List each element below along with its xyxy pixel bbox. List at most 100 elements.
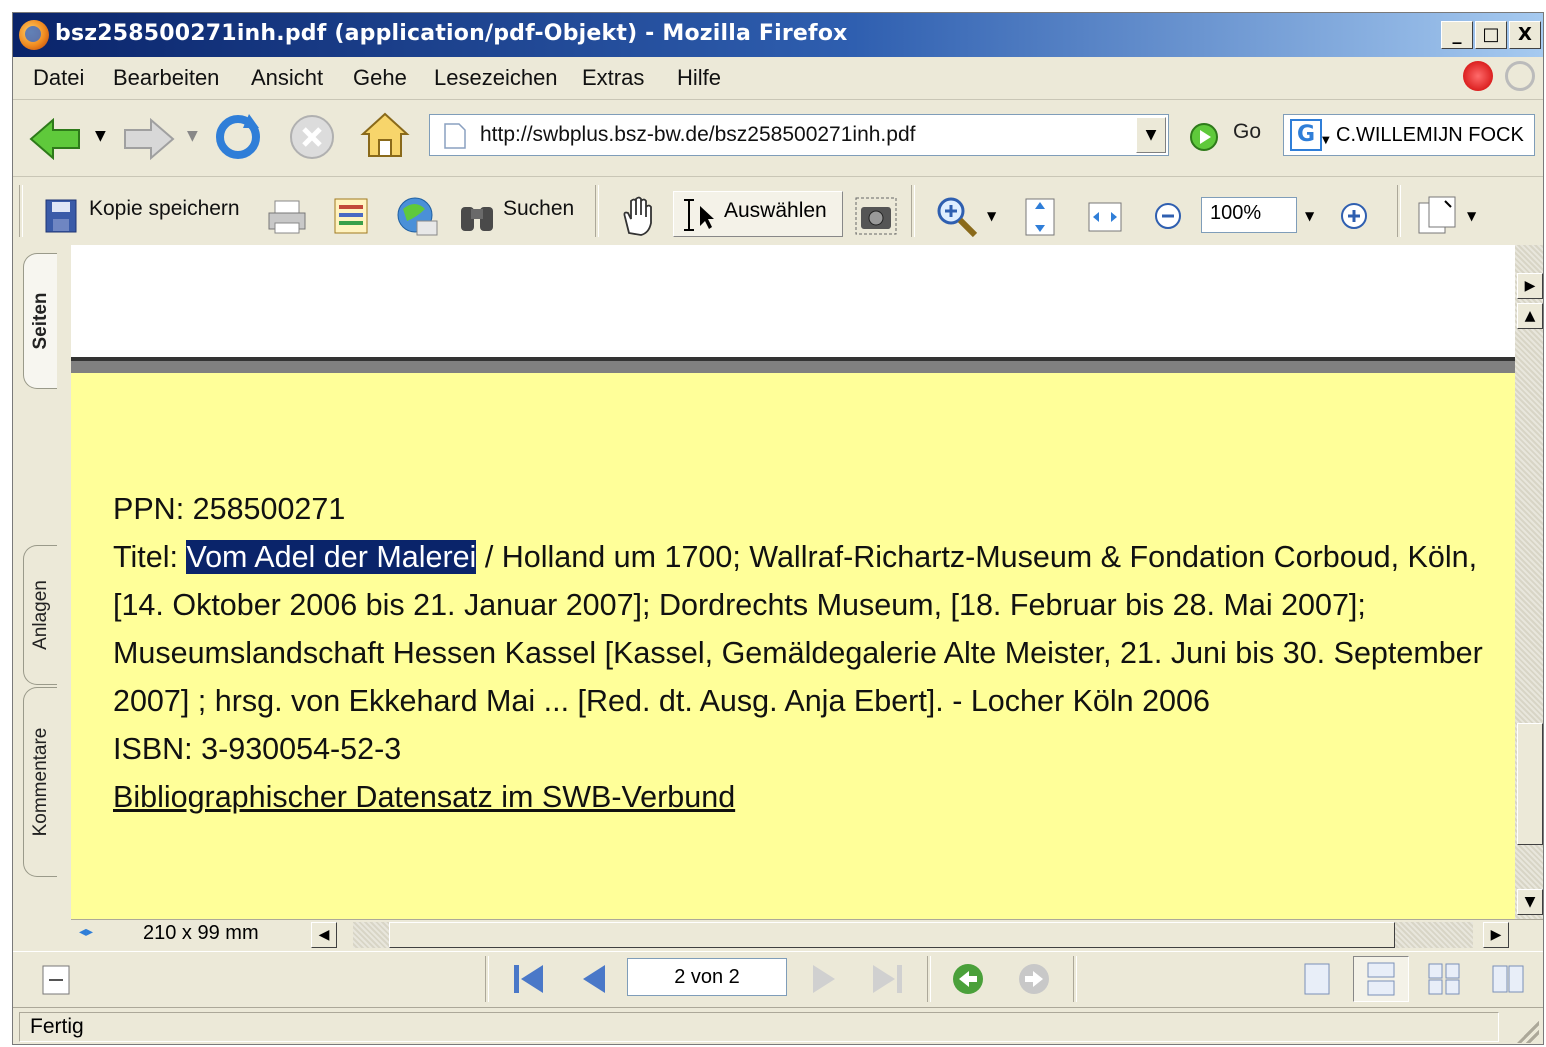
next-page-icon[interactable]: [809, 962, 839, 996]
page-navigation-bar: 2 von 2: [13, 951, 1543, 1008]
snapshot-camera-icon[interactable]: [855, 197, 897, 235]
selected-text[interactable]: Vom Adel der Malerei: [186, 540, 477, 574]
select-tool-label: Auswählen: [724, 199, 827, 222]
menu-bearbeiten[interactable]: Bearbeiten: [113, 65, 219, 91]
tab-anlagen[interactable]: Anlagen: [23, 545, 57, 685]
navigation-panel: Seiten Anlagen Kommentare: [13, 245, 71, 945]
rotate-view-icon[interactable]: [1417, 195, 1457, 235]
fit-width-icon[interactable]: [1087, 199, 1123, 235]
menu-datei[interactable]: Datei: [33, 65, 84, 91]
scroll-up-button[interactable]: ▲: [1517, 303, 1543, 329]
split-view-arrow-icon[interactable]: ▶: [1517, 273, 1543, 299]
tab-kommentare[interactable]: Kommentare: [23, 687, 57, 877]
rotate-dropdown-icon[interactable]: ▼: [1467, 209, 1476, 223]
scroll-left-button[interactable]: ◀: [311, 922, 337, 948]
save-copy-button[interactable]: Kopie speichern: [89, 197, 240, 221]
scroll-down-button[interactable]: ▼: [1517, 889, 1543, 915]
nav-separator: [1073, 956, 1077, 1002]
status-bar: Fertig: [13, 1007, 1543, 1044]
save-disk-icon[interactable]: [45, 199, 77, 233]
page-size-label: 210 x 99 mm: [143, 922, 259, 944]
forward-dropdown-icon[interactable]: ▼: [187, 128, 198, 144]
next-view-icon[interactable]: [1017, 962, 1051, 996]
menu-hilfe[interactable]: Hilfe: [677, 65, 721, 91]
binoculars-icon[interactable]: [459, 199, 495, 233]
menu-ansicht[interactable]: Ansicht: [251, 65, 323, 91]
bibliographic-record-link[interactable]: Bibliographischer Datensatz im SWB-Verbu…: [113, 780, 735, 814]
last-page-icon[interactable]: [869, 962, 905, 996]
zoom-level-dropdown-icon[interactable]: ▼: [1305, 209, 1314, 223]
back-dropdown-icon[interactable]: ▼: [95, 128, 106, 144]
firefox-logo-icon: [19, 20, 49, 50]
stop-icon[interactable]: [287, 112, 337, 162]
engine-dropdown-icon[interactable]: ▼: [1322, 135, 1330, 146]
tab-seiten[interactable]: Seiten: [23, 253, 57, 389]
vertical-scroll-thumb[interactable]: [1517, 723, 1543, 845]
horizontal-bar: ◂▸ 210 x 99 mm ◀ ▶: [71, 919, 1543, 950]
select-tool-button[interactable]: Auswählen: [673, 191, 843, 237]
nav-separator: [927, 956, 931, 1002]
status-text: Fertig: [19, 1012, 1499, 1042]
firefox-window: bsz258500271inh.pdf (application/pdf-Obj…: [12, 12, 1544, 1045]
menu-gehe[interactable]: Gehe: [353, 65, 407, 91]
previous-view-icon[interactable]: [951, 962, 985, 996]
scroll-right-button[interactable]: ▶: [1483, 922, 1509, 948]
back-arrow-icon[interactable]: [29, 118, 83, 160]
close-button[interactable]: X: [1509, 21, 1541, 49]
pdf-toolbar: Kopie speichern Suchen Auswählen ▼ 100% …: [13, 177, 1543, 246]
toolbar-separator: [1397, 185, 1401, 237]
go-button[interactable]: Go: [1233, 120, 1261, 144]
go-icon[interactable]: [1189, 122, 1219, 152]
title-prefix: Titel:: [113, 540, 187, 574]
email-icon[interactable]: [331, 197, 371, 235]
text-cursor-arrow-icon: [684, 199, 714, 231]
toolbar-separator: [911, 185, 915, 237]
zoom-tool-dropdown-icon[interactable]: ▼: [987, 209, 996, 223]
zoom-out-icon[interactable]: [1153, 201, 1183, 231]
tab-seiten-label: Seiten: [29, 292, 51, 350]
home-icon[interactable]: [359, 110, 411, 162]
pdf-page-1: [71, 245, 1515, 361]
forward-arrow-icon[interactable]: [121, 118, 175, 160]
continuous-view-button[interactable]: [1353, 956, 1409, 1002]
previous-page-icon[interactable]: [579, 962, 609, 996]
menu-lesezeichen[interactable]: Lesezeichen: [434, 65, 558, 91]
tab-anlagen-label: Anlagen: [29, 580, 51, 650]
search-button[interactable]: Suchen: [503, 197, 574, 221]
single-page-view-icon[interactable]: [1303, 962, 1331, 996]
window-title: bsz258500271inh.pdf (application/pdf-Obj…: [55, 21, 848, 46]
split-handle-icon[interactable]: ◂▸: [79, 924, 93, 940]
update-alert-icon[interactable]: [1463, 61, 1493, 91]
hand-tool-icon[interactable]: [619, 195, 659, 237]
url-bar[interactable]: http://swbplus.bsz-bw.de/bsz258500271inh…: [429, 114, 1169, 156]
web-globe-icon[interactable]: [395, 195, 439, 237]
ppn-line: PPN: 258500271: [113, 492, 346, 526]
resize-grip-icon[interactable]: [1517, 1021, 1539, 1043]
maximize-button[interactable]: □: [1475, 21, 1507, 49]
zoom-in-tool-icon[interactable]: [935, 195, 979, 239]
zoom-in-icon[interactable]: [1339, 201, 1369, 231]
nav-separator: [485, 956, 489, 1002]
minimize-button[interactable]: _: [1441, 21, 1473, 49]
page-number-field[interactable]: 2 von 2: [627, 958, 787, 996]
isbn-line: ISBN: 3-930054-52-3: [113, 732, 402, 766]
menu-extras[interactable]: Extras: [582, 65, 644, 91]
search-field[interactable]: G ▼ C.WILLEMIJN FOCK: [1283, 114, 1535, 156]
zoom-level-field[interactable]: 100%: [1201, 197, 1297, 233]
facing-pages-continuous-icon[interactable]: [1427, 962, 1461, 996]
url-text: http://swbplus.bsz-bw.de/bsz258500271inh…: [480, 123, 916, 146]
first-page-icon[interactable]: [511, 962, 547, 996]
print-icon[interactable]: [267, 199, 307, 235]
throbber-icon: [1505, 61, 1535, 91]
horizontal-scroll-thumb[interactable]: [389, 922, 1395, 948]
fit-page-icon[interactable]: [1023, 197, 1057, 237]
url-history-dropdown[interactable]: ▼: [1136, 117, 1166, 153]
google-engine-icon[interactable]: G: [1290, 119, 1322, 151]
vertical-scrollbar[interactable]: ▶ ▲ ▼: [1515, 245, 1543, 919]
title-bar: bsz258500271inh.pdf (application/pdf-Obj…: [13, 13, 1543, 57]
panel-toggle-icon[interactable]: [41, 964, 71, 996]
reload-icon[interactable]: [213, 112, 263, 162]
facing-pages-icon[interactable]: [1491, 962, 1525, 996]
toolbar-separator: [595, 185, 599, 237]
pdf-document-view[interactable]: PPN: 258500271 Titel: Vom Adel der Maler…: [71, 245, 1515, 919]
